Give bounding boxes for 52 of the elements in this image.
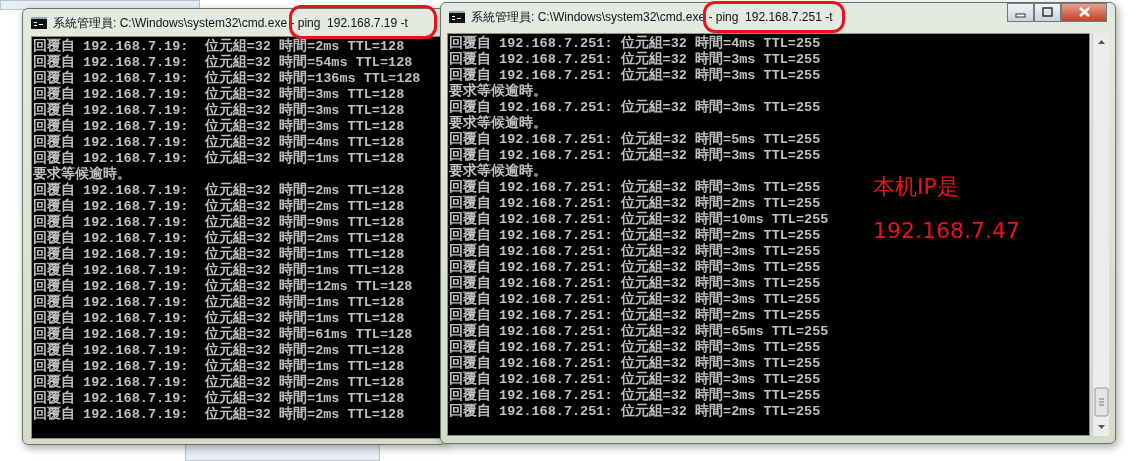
- console-line: 要求等候逾時。: [449, 164, 547, 179]
- console-line: 回覆自 192.168.7.251: 位元組=32 時間=5ms TTL=255: [449, 132, 821, 147]
- console-line: 回覆自 192.168.7.19: 位元組=32 時間=1ms TTL=128: [33, 359, 405, 374]
- console-line: 要求等候逾時。: [449, 84, 547, 99]
- console-line: 回覆自 192.168.7.251: 位元組=32 時間=3ms TTL=255: [449, 340, 821, 355]
- console-line: 回覆自 192.168.7.19: 位元組=32 時間=1ms TTL=128: [33, 263, 405, 278]
- console-line: 回覆自 192.168.7.251: 位元組=32 時間=3ms TTL=255: [449, 244, 821, 259]
- console-line: 回覆自 192.168.7.251: 位元組=32 時間=3ms TTL=255: [449, 388, 821, 403]
- console-line: 回覆自 192.168.7.19: 位元組=32 時間=1ms TTL=128: [33, 391, 405, 406]
- console-line: 回覆自 192.168.7.251: 位元組=32 時間=3ms TTL=255: [449, 292, 821, 307]
- console-line: 回覆自 192.168.7.19: 位元組=32 時間=2ms TTL=128: [33, 407, 405, 423]
- console-line: 回覆自 192.168.7.19: 位元組=32 時間=136ms TTL=128: [33, 71, 421, 86]
- console-line: 回覆自 192.168.7.19: 位元組=32 時間=2ms TTL=128: [33, 343, 405, 358]
- console-line: 回覆自 192.168.7.251: 位元組=32 時間=10ms TTL=255: [449, 212, 829, 227]
- window-title: 系統管理員: C:\Windows\system32\cmd.exe - ping 192.168.7.19 -t: [53, 14, 408, 32]
- annotation-text: 192.168.7.47: [873, 217, 1020, 245]
- console-line: 回覆自 192.168.7.251: 位元組=32 時間=3ms TTL=255: [449, 180, 821, 195]
- console-line: 回覆自 192.168.7.19: 位元組=32 時間=12ms TTL=128: [33, 279, 413, 294]
- console-line: 要求等候逾時。: [33, 167, 131, 182]
- console-line: 回覆自 192.168.7.251: 位元組=32 時間=65ms TTL=255: [449, 324, 829, 339]
- console-line: 回覆自 192.168.7.251: 位元組=32 時間=2ms TTL=255: [449, 404, 821, 420]
- console-line: 回覆自 192.168.7.19: 位元組=32 時間=3ms TTL=128: [33, 87, 405, 102]
- console-line: 回覆自 192.168.7.19: 位元組=32 時間=2ms TTL=128: [33, 39, 405, 54]
- console-line: 回覆自 192.168.7.19: 位元組=32 時間=1ms TTL=128: [33, 295, 405, 310]
- window-title: 系統管理員: C:\Windows\system32\cmd.exe - ping 192.168.7.251 -t: [471, 8, 833, 26]
- console-line: 回覆自 192.168.7.19: 位元組=32 時間=1ms TTL=128: [33, 247, 405, 262]
- console-line: 回覆自 192.168.7.19: 位元組=32 時間=1ms TTL=128: [33, 151, 405, 166]
- console-line: 回覆自 192.168.7.19: 位元組=32 時間=2ms TTL=128: [33, 231, 405, 246]
- console-line: 回覆自 192.168.7.251: 位元組=32 時間=3ms TTL=255: [449, 148, 821, 163]
- console-line: 回覆自 192.168.7.251: 位元組=32 時間=2ms TTL=255: [449, 196, 821, 211]
- console-line: 回覆自 192.168.7.19: 位元組=32 時間=3ms TTL=128: [33, 119, 405, 134]
- console-line: 回覆自 192.168.7.251: 位元組=32 時間=2ms TTL=255: [449, 308, 821, 323]
- console-line: 回覆自 192.168.7.251: 位元組=32 時間=2ms TTL=255: [449, 228, 821, 243]
- console-line: 回覆自 192.168.7.19: 位元組=32 時間=2ms TTL=128: [33, 199, 405, 214]
- console-line: 回覆自 192.168.7.251: 位元組=32 時間=3ms TTL=255: [449, 52, 821, 67]
- console-line: 回覆自 192.168.7.19: 位元組=32 時間=1ms TTL=128: [33, 311, 405, 326]
- console-line: 回覆自 192.168.7.251: 位元組=32 時間=3ms TTL=255: [449, 260, 821, 275]
- console-line: 回覆自 192.168.7.19: 位元組=32 時間=9ms TTL=128: [33, 215, 405, 230]
- console-line: 要求等候逾時。: [449, 116, 547, 131]
- console-line: 回覆自 192.168.7.251: 位元組=32 時間=3ms TTL=255: [449, 100, 821, 115]
- console-line: 回覆自 192.168.7.19: 位元組=32 時間=3ms TTL=128: [33, 103, 405, 118]
- console-line: 回覆自 192.168.7.19: 位元組=32 時間=2ms TTL=128: [33, 183, 405, 198]
- console-line: 回覆自 192.168.7.251: 位元組=32 時間=3ms TTL=255: [449, 68, 821, 83]
- console-line: 回覆自 192.168.7.19: 位元組=32 時間=54ms TTL=128: [33, 55, 413, 70]
- console-line: 回覆自 192.168.7.251: 位元組=32 時間=4ms TTL=255: [449, 36, 821, 51]
- console-line: 回覆自 192.168.7.19: 位元組=32 時間=61ms TTL=128: [33, 327, 413, 342]
- console-line: 回覆自 192.168.7.19: 位元組=32 時間=2ms TTL=128: [33, 375, 405, 390]
- console-line: 回覆自 192.168.7.251: 位元組=32 時間=3ms TTL=255: [449, 372, 821, 387]
- console-line: 回覆自 192.168.7.251: 位元組=32 時間=3ms TTL=255: [449, 276, 821, 291]
- console-line: 回覆自 192.168.7.19: 位元組=32 時間=4ms TTL=128: [33, 135, 405, 150]
- console-line: 回覆自 192.168.7.251: 位元組=32 時間=3ms TTL=255: [449, 356, 821, 371]
- annotation-text: 本机IP是: [873, 173, 960, 201]
